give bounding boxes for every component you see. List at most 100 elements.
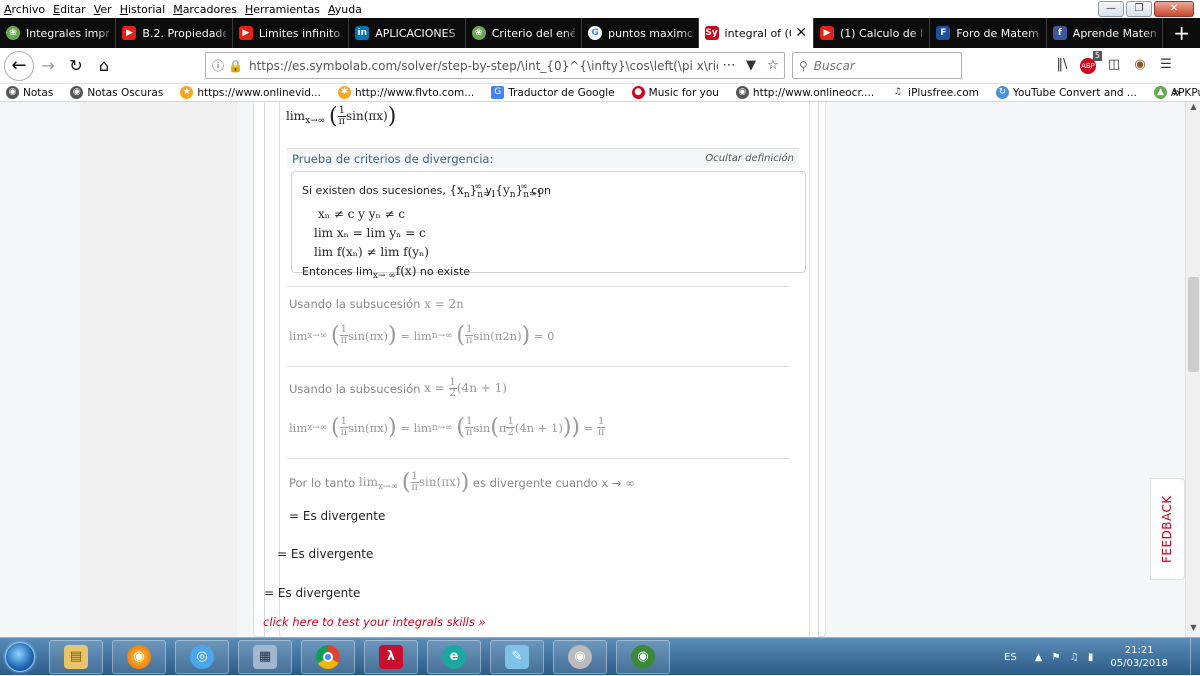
scroll-thumb[interactable] <box>1188 277 1199 372</box>
firefox-icon: ◉ <box>127 644 151 669</box>
definition-line-5: Entonces limx→ ∞f(x) no existe <box>302 264 471 281</box>
taskbar-explorer[interactable]: ▤ <box>49 639 103 674</box>
search-input[interactable]: ⚲ Buscar <box>792 52 962 79</box>
tab-6-active[interactable]: Sy integral of (0 to✕ <box>698 18 814 48</box>
close-tab-icon[interactable]: ✕ <box>795 25 807 41</box>
globe-icon: ◉ <box>70 86 84 99</box>
url-bar[interactable]: ⓘ 🔒 https://es.symbolab.com/solver/step-… <box>205 52 785 79</box>
flvto-icon: ✱ <box>337 86 351 99</box>
restore-button[interactable]: ❐ <box>1126 1 1152 17</box>
youtube-icon: ▶ <box>819 26 834 40</box>
info-icon[interactable]: ⓘ <box>212 57 224 74</box>
menu-marcadores[interactable]: Marcadores <box>169 3 241 16</box>
tab-2[interactable]: ▶Limites infinito en <box>233 18 350 48</box>
definition-line-3: lim xₙ = lim yₙ = c <box>314 226 426 240</box>
clock-date: 05/03/2018 <box>1110 658 1168 669</box>
bookmark-label: Notas <box>23 86 54 99</box>
feedback-button[interactable]: FEEDBACK <box>1150 478 1185 580</box>
clock[interactable]: 21:21 05/03/2018 <box>1110 644 1168 670</box>
hide-definition-link[interactable]: Ocultar definición <box>705 153 794 164</box>
tab-1[interactable]: ▶ B.2. Propiedades <box>116 18 233 48</box>
menu-editar[interactable]: Editar <box>49 3 90 16</box>
url-text[interactable]: https://es.symbolab.com/solver/step-by-s… <box>249 59 718 73</box>
pocket-icon[interactable]: ▼ <box>740 58 762 73</box>
home-button[interactable]: ⌂ <box>90 52 118 80</box>
bookmark-item[interactable]: ↻ YouTube Convert and ... <box>990 86 1137 99</box>
taskbar-firefox[interactable]: ◉ <box>112 639 166 674</box>
definition-text: Si existen dos sucesiones, <box>302 184 446 197</box>
tab-3[interactable]: inAPLICACIONES DE <box>349 18 466 48</box>
apkpure-icon: ▲ <box>1153 86 1167 99</box>
taskbar-media[interactable]: ◉ <box>553 639 607 674</box>
tab-8[interactable]: FForo de Matemáticas <box>930 18 1047 48</box>
menu-ayuda[interactable]: Ayuda <box>324 3 366 16</box>
close-window-button[interactable]: ✕ <box>1154 1 1194 17</box>
tray-icons[interactable]: ▲ ⚑ ♫ ▮ <box>1035 652 1097 663</box>
taskbar-network[interactable]: ◉ <box>616 639 670 674</box>
taskbar-chrome[interactable] <box>301 639 355 674</box>
definition-y: y <box>485 184 492 197</box>
bookmark-label: http://www.onlineocr.... <box>752 86 875 99</box>
bookmark-item[interactable]: ◉ Notas <box>0 86 53 99</box>
eset-icon: e <box>442 644 466 669</box>
page-actions-icon[interactable]: ⋯ <box>718 58 740 73</box>
tab-7[interactable]: ▶(1) Calculo de limites <box>814 18 931 48</box>
minimize-button[interactable]: — <box>1098 1 1124 17</box>
tab-4[interactable]: ❀Criterio del enésimo <box>466 18 583 48</box>
taskbar-notes[interactable]: ✎ <box>490 639 544 674</box>
vertical-scrollbar[interactable]: ▲ ▼ <box>1185 102 1200 637</box>
step1-subsequence: x = 2n <box>424 297 464 311</box>
language-indicator[interactable]: ES <box>1004 652 1017 663</box>
tab-9[interactable]: fAprende Matemáticas <box>1047 18 1164 48</box>
globe-network-icon: ◉ <box>631 644 655 669</box>
menu-hamburger-icon[interactable]: ☰ <box>1156 54 1176 76</box>
library-icon[interactable]: ‖\ <box>1052 54 1072 76</box>
bookmark-item[interactable]: ★ https://www.onlinevid... <box>174 86 321 99</box>
menu-historial[interactable]: Historial <box>116 3 170 16</box>
bookmark-star-icon[interactable]: ☆ <box>762 58 784 73</box>
window-controls: — ❐ ✕ <box>1098 1 1194 17</box>
definition-not-exist: no existe <box>419 265 471 278</box>
start-button[interactable] <box>0 638 40 676</box>
test-skills-link[interactable]: click here to test your integrals skills… <box>263 615 486 629</box>
bookmark-item[interactable]: ♫ iPlusfree.com <box>885 86 979 99</box>
bookmark-item[interactable]: G Traductor de Google <box>485 86 615 99</box>
taskbar-app[interactable]: ◎ <box>175 639 229 674</box>
back-button[interactable]: ← <box>4 50 34 81</box>
adblock-icon[interactable]: ABP 5 <box>1078 51 1102 76</box>
bookmark-label: https://www.onlinevid... <box>197 86 321 99</box>
new-tab-button[interactable]: + <box>1163 21 1200 45</box>
bookmark-item[interactable]: ◉ http://www.onlineocr.... <box>730 86 874 99</box>
scroll-down-icon[interactable]: ▼ <box>1186 623 1200 637</box>
bookmark-item[interactable]: ● Music for you <box>626 86 719 99</box>
menu-archivo[interactable]: Archivo <box>0 3 49 16</box>
menu-herramientas[interactable]: Herramientas <box>241 3 324 16</box>
globe-icon: ◉ <box>735 86 749 99</box>
tab-5[interactable]: Gpuntos maximos <box>582 18 699 48</box>
show-desktop-button[interactable] <box>1190 638 1200 676</box>
search-icon: ⚲ <box>799 58 808 73</box>
taskbar-eset[interactable]: e <box>427 639 481 674</box>
taskbar-calculator[interactable]: ▦ <box>238 639 292 674</box>
sidebar-icon[interactable]: ◫ <box>1104 54 1124 76</box>
step1-result: = 0 <box>533 328 555 343</box>
conclusion-post: es divergente cuando x → ∞ <box>472 475 635 490</box>
tab-0[interactable]: ❀Integrales impropias <box>0 18 117 48</box>
bookmark-item[interactable]: ✱ http://www.flvto.com... <box>332 86 474 99</box>
lim-label: lim <box>286 109 306 123</box>
scroll-up-icon[interactable]: ▲ <box>1186 102 1200 116</box>
forward-button[interactable]: → <box>34 52 62 80</box>
step1-text: Usando la subsucesión <box>289 297 421 311</box>
more-bookmarks-icon[interactable]: » <box>1172 85 1181 101</box>
music-icon: ● <box>631 86 645 99</box>
monkey-icon[interactable]: ◉ <box>1130 54 1150 76</box>
bookmark-item[interactable]: ◉ Notas Oscuras <box>64 86 163 99</box>
globe-icon: ◉ <box>6 86 19 99</box>
pdf-icon: λ <box>379 644 403 669</box>
taskbar-acrobat[interactable]: λ <box>364 639 418 674</box>
step2-result-denominator: π <box>597 427 605 438</box>
page-content: limx→∞ (1 π sin(πx)) Prueba de criterios d… <box>0 102 1185 637</box>
reload-button[interactable]: ↻ <box>62 52 90 80</box>
definition-line-1: Si existen dos sucesiones, {xn}n=1∞ y {y… <box>302 182 552 200</box>
menu-ver[interactable]: Ver <box>90 3 116 16</box>
